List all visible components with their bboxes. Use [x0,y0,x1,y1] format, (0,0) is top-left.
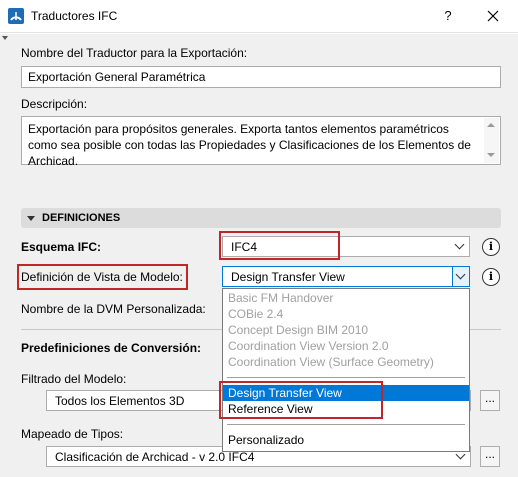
description-text: Exportación para propósitos generales. E… [28,122,471,168]
model-filter-value: Todos los Elementos 3D [55,393,185,408]
mvd-info-button[interactable]: i [482,268,500,286]
archicad-app-icon [8,8,24,24]
conversion-presets-label: Predefiniciones de Conversión: [21,341,202,355]
panel-menu-icon[interactable] [2,36,8,40]
mvd-option-disabled: COBie 2.4 [228,307,284,321]
mvd-option-disabled: Basic FM Handover [228,291,334,305]
scroll-up-icon[interactable] [487,123,495,127]
close-button[interactable] [482,6,504,26]
definitions-header-label: DEFINICIONES [42,212,121,224]
mvd-option-disabled: Concept Design BIM 2010 [228,323,369,337]
chevron-down-icon [455,269,466,279]
title-bar: Traductores IFC ? [0,0,518,33]
ifc-schema-label: Esquema IFC: [21,240,102,254]
description-textarea[interactable]: Exportación para propósitos generales. E… [21,116,501,168]
ifc-schema-info-button[interactable]: i [482,238,500,256]
help-button[interactable]: ? [438,6,458,26]
mvd-option-custom[interactable]: Personalizado [223,432,469,448]
translator-name-input[interactable]: Exportación General Paramétrica [21,66,501,88]
model-filter-more-button[interactable]: ... [480,390,500,411]
description-label: Descripción: [21,97,88,111]
collapse-triangle-icon [27,215,35,221]
type-mapping-more-button[interactable]: ... [480,446,500,467]
highlight-box-mvd-label [17,264,188,290]
custom-mvd-name-label: Nombre de la DVM Personalizada: [21,302,206,316]
mvd-option-disabled: Coordination View Version 2.0 [228,339,389,353]
definitions-section-header[interactable]: DEFINICIONES [21,208,501,228]
highlight-box-schema [219,231,340,260]
mvd-select[interactable]: Design Transfer View [222,266,470,287]
description-scrollbar[interactable] [484,118,499,163]
translator-name-label: Nombre del Traductor para la Exportación… [21,46,248,60]
chevron-down-icon [454,239,465,249]
close-icon [487,10,499,22]
window-title: Traductores IFC [31,9,118,23]
mvd-dropdown-list: Basic FM Handover COBie 2.4 Concept Desi… [222,288,470,452]
mvd-value: Design Transfer View [231,269,345,284]
model-filter-label: Filtrado del Modelo: [21,372,127,386]
dropdown-separator [227,424,465,425]
highlight-box-options [219,381,383,419]
dropdown-separator [227,377,465,378]
mvd-option-disabled: Coordination View (Surface Geometry) [228,355,434,369]
scroll-down-icon[interactable] [487,153,495,157]
type-mapping-label: Mapeado de Tipos: [21,427,124,441]
mvd-dropdown-toggle[interactable] [452,267,469,286]
